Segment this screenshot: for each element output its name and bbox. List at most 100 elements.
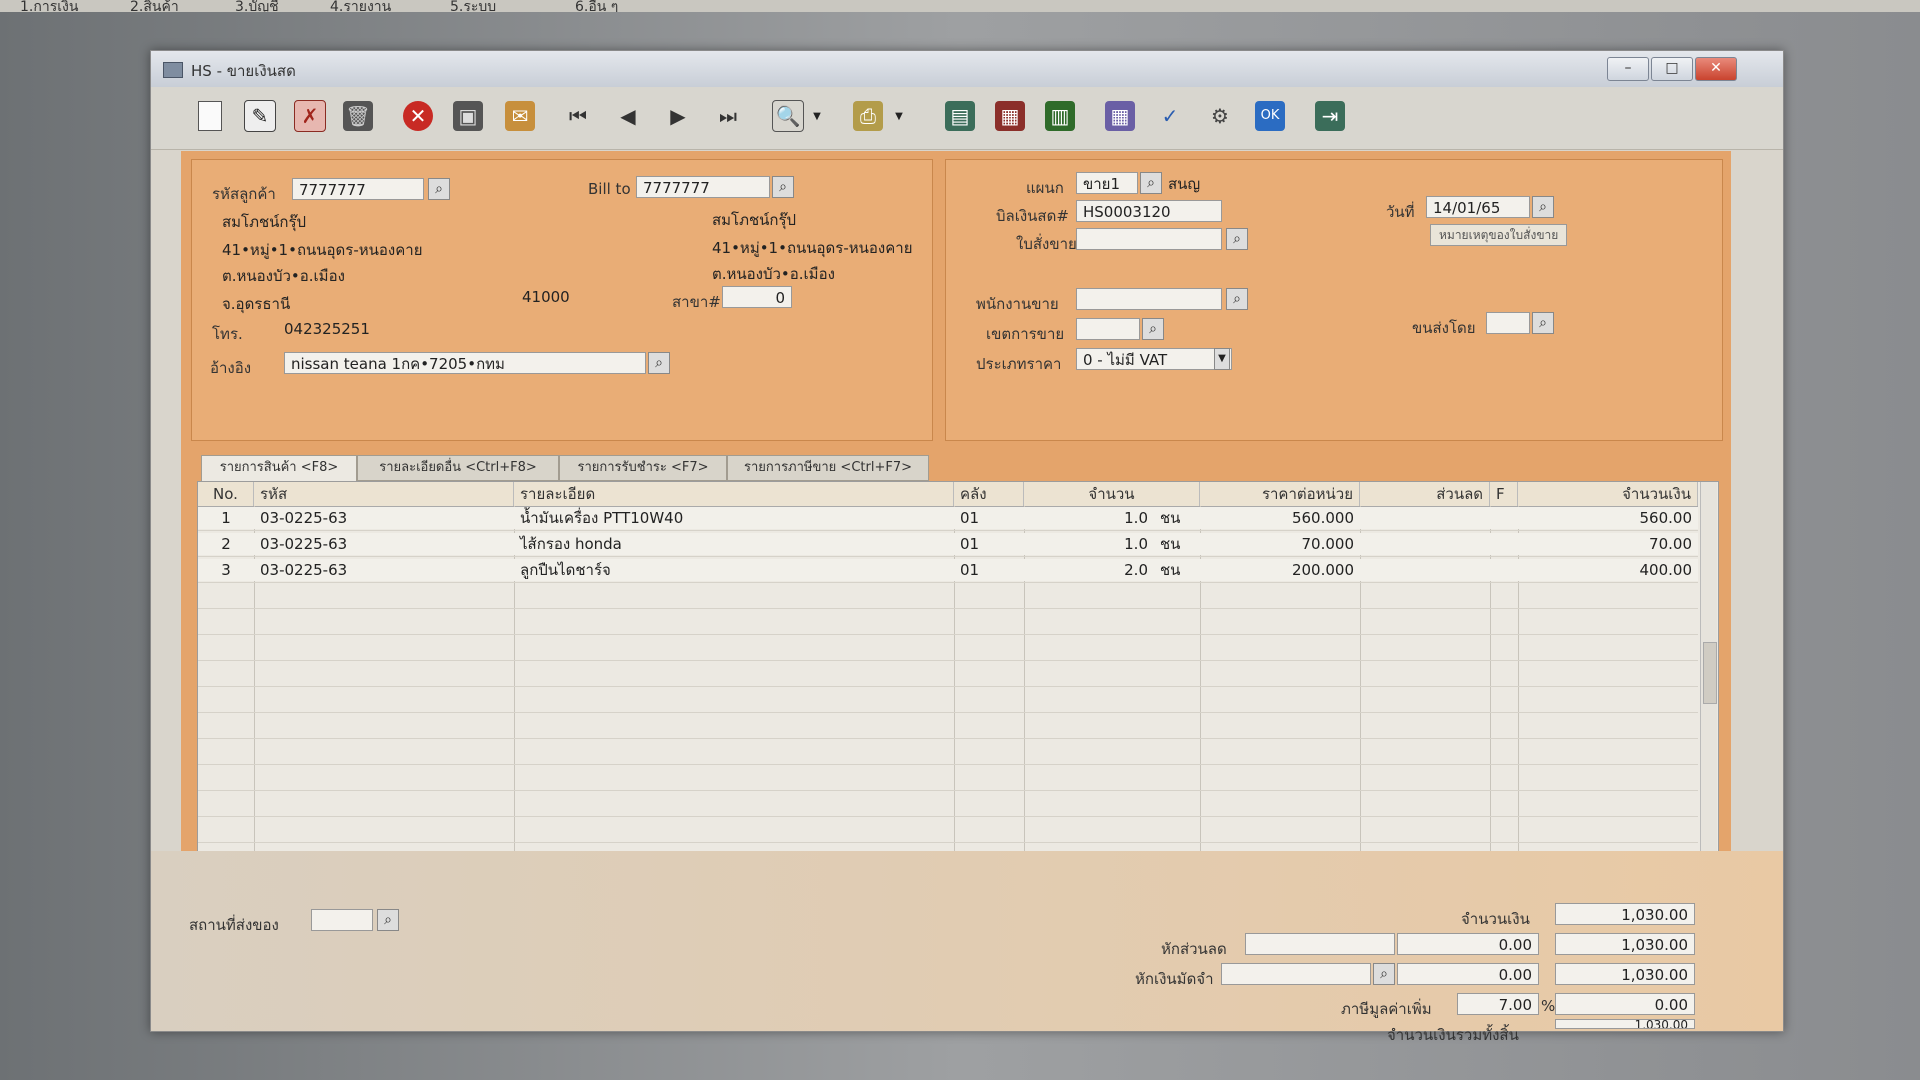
row-quantity: 1.0 [1124, 509, 1148, 527]
customer-code-input[interactable]: 7777777 [292, 178, 424, 200]
discount-amount: 0.00 [1397, 933, 1539, 955]
close-button[interactable]: ✕ [1695, 57, 1737, 81]
previous-record-icon[interactable]: ◀ [609, 97, 647, 135]
table-row[interactable]: 2 03-0225-63 ไส้กรอง honda 01 1.0 ชน 70.… [198, 533, 1698, 555]
cancel-icon[interactable]: ✕ [399, 97, 437, 135]
col-f: F [1490, 482, 1518, 506]
row-description: น้ำมันเครื่อง PTT10W40 [520, 509, 684, 527]
ship-place-search-icon[interactable]: ⌕ [377, 909, 399, 931]
calendar-icon[interactable]: ▦ [1101, 97, 1139, 135]
grid-scrollbar[interactable] [1700, 482, 1717, 888]
first-record-icon[interactable]: ⏮ [559, 97, 597, 135]
window-titlebar: HS - ขายเงินสด – □ ✕ [151, 51, 1783, 87]
exit-icon[interactable]: ⇥ [1311, 97, 1349, 135]
dept-input[interactable]: ขาย1 [1076, 172, 1138, 194]
void-icon[interactable]: ✗ [291, 97, 329, 135]
billto-name: สมโภชน์กรุ๊ป [712, 211, 797, 229]
amount-field: 1,030.00 [1555, 903, 1695, 925]
new-doc-icon[interactable] [191, 97, 229, 135]
cash-sale-window: HS - ขายเงินสด – □ ✕ ✎ ✗ 🗑 ✕ ▣ ✉ ⏮ ◀ ▶ ⏭… [150, 50, 1784, 1044]
ship-by-search-icon[interactable]: ⌕ [1532, 312, 1554, 334]
date-label: วันที่ [1386, 203, 1415, 221]
price-type-dropdown-icon[interactable]: ▼ [1214, 348, 1230, 370]
row-description: ไส้กรอง honda [520, 535, 622, 553]
tab-sales-tax[interactable]: รายการภาษีขาย <Ctrl+F7> [727, 455, 929, 481]
app-icon [163, 62, 183, 78]
dept-search-icon[interactable]: ⌕ [1140, 172, 1162, 194]
deposit-search-icon[interactable]: ⌕ [1373, 963, 1395, 985]
customer-panel: รหัสลูกค้า 7777777 ⌕ สมโภชน์กรุ๊ป 41•หมู… [191, 159, 933, 441]
row-unit: ชน [1160, 535, 1181, 553]
discount-input[interactable] [1245, 933, 1395, 955]
ship-by-input[interactable] [1486, 312, 1530, 334]
reference-search-icon[interactable]: ⌕ [648, 352, 670, 374]
sales-order-note-button[interactable]: หมายเหตุของใบสั่งขาย [1430, 224, 1568, 246]
billto-code-input[interactable]: 7777777 [636, 176, 770, 198]
col-warehouse: คลัง [954, 482, 1024, 506]
print-dropdown-icon[interactable]: ▼ [891, 97, 907, 135]
salesperson-input[interactable] [1076, 288, 1222, 310]
row-quantity: 1.0 [1124, 535, 1148, 553]
customer-name: สมโภชน์กรุ๊ป [222, 213, 307, 231]
grand-total-field: 1,030.00 [1555, 1019, 1695, 1029]
form-icon[interactable]: ▦ [991, 97, 1029, 135]
attach-icon[interactable]: ✉ [501, 97, 539, 135]
maximize-button[interactable]: □ [1651, 57, 1693, 81]
totals-panel: สถานที่ส่งของ ⌕ จำนวนเงิน 1,030.00 หักส่… [151, 851, 1783, 1044]
ship-place-input[interactable] [311, 909, 373, 931]
after-discount-field: 1,030.00 [1555, 933, 1695, 955]
print-icon[interactable]: ⎙ [849, 97, 887, 135]
table-row[interactable]: 3 03-0225-63 ลูกปืนไดชาร์จ 01 2.0 ชน 200… [198, 559, 1698, 581]
date-search-icon[interactable]: ⌕ [1532, 196, 1554, 218]
tab-other-details[interactable]: รายละเอียดอื่น <Ctrl+F8> [357, 455, 559, 481]
branch-input[interactable]: 0 [722, 286, 792, 308]
window-title: HS - ขายเงินสด [191, 62, 296, 80]
save-icon[interactable]: ▣ [449, 97, 487, 135]
vat-percent-sign: % [1541, 997, 1556, 1015]
col-unit-price: ราคาต่อหน่วย [1200, 482, 1360, 506]
tab-payments[interactable]: รายการรับชำระ <F7> [559, 455, 727, 481]
deposit-input[interactable] [1221, 963, 1371, 985]
col-code: รหัส [254, 482, 514, 506]
sales-area-search-icon[interactable]: ⌕ [1142, 318, 1164, 340]
salesperson-search-icon[interactable]: ⌕ [1226, 288, 1248, 310]
sales-area-input[interactable] [1076, 318, 1140, 340]
sales-order-input[interactable] [1076, 228, 1222, 250]
minimize-button[interactable]: – [1607, 57, 1649, 81]
grid-scrollbar-thumb[interactable] [1703, 642, 1717, 704]
row-warehouse: 01 [960, 561, 980, 579]
row-f [1490, 559, 1518, 581]
vat-amount-field: 0.00 [1555, 993, 1695, 1015]
reference-input[interactable]: nissan teana 1กค•7205•กทม [284, 352, 646, 374]
last-record-icon[interactable]: ⏭ [709, 97, 747, 135]
approve-icon[interactable]: ✓ [1151, 97, 1189, 135]
sales-order-search-icon[interactable]: ⌕ [1226, 228, 1248, 250]
find-icon[interactable]: 🔍 [769, 97, 807, 135]
edit-icon[interactable]: ✎ [241, 97, 279, 135]
tools-icon[interactable]: ⚙ [1201, 97, 1239, 135]
vat-rate-input[interactable]: 7.00 [1457, 993, 1539, 1015]
tab-items[interactable]: รายการสินค้า <F8> [201, 455, 357, 482]
find-dropdown-icon[interactable]: ▼ [809, 97, 825, 135]
sale-form: รหัสลูกค้า 7777777 ⌕ สมโภชน์กรุ๊ป 41•หมู… [181, 151, 1731, 891]
delete-icon[interactable]: 🗑 [339, 97, 377, 135]
billto-search-icon[interactable]: ⌕ [772, 176, 794, 198]
spreadsheet-icon[interactable]: ▥ [1041, 97, 1079, 135]
row-quantity: 2.0 [1124, 561, 1148, 579]
row-discount [1360, 507, 1490, 529]
next-record-icon[interactable]: ▶ [659, 97, 697, 135]
app-menubar: 1.การเงิน 2.สินค้า 3.บัญชี 4.รายงาน 5.ระ… [0, 0, 1920, 15]
report-icon[interactable]: ▤ [941, 97, 979, 135]
price-type-select[interactable]: 0 - ไม่มี VAT [1076, 348, 1232, 370]
row-description: ลูกปืนไดชาร์จ [520, 561, 611, 579]
row-code: 03-0225-63 [260, 535, 348, 553]
bill-no-input[interactable]: HS0003120 [1076, 200, 1222, 222]
date-input[interactable]: 14/01/65 [1426, 196, 1530, 218]
customer-code-label: รหัสลูกค้า [212, 185, 276, 203]
deposit-amount: 0.00 [1397, 963, 1539, 985]
customer-search-icon[interactable]: ⌕ [428, 178, 450, 200]
table-row[interactable]: 1 03-0225-63 น้ำมันเครื่อง PTT10W40 01 1… [198, 507, 1698, 529]
col-no: No. [198, 482, 254, 506]
col-amount: จำนวนเงิน [1518, 482, 1698, 506]
ok-icon[interactable]: OK [1251, 97, 1289, 135]
